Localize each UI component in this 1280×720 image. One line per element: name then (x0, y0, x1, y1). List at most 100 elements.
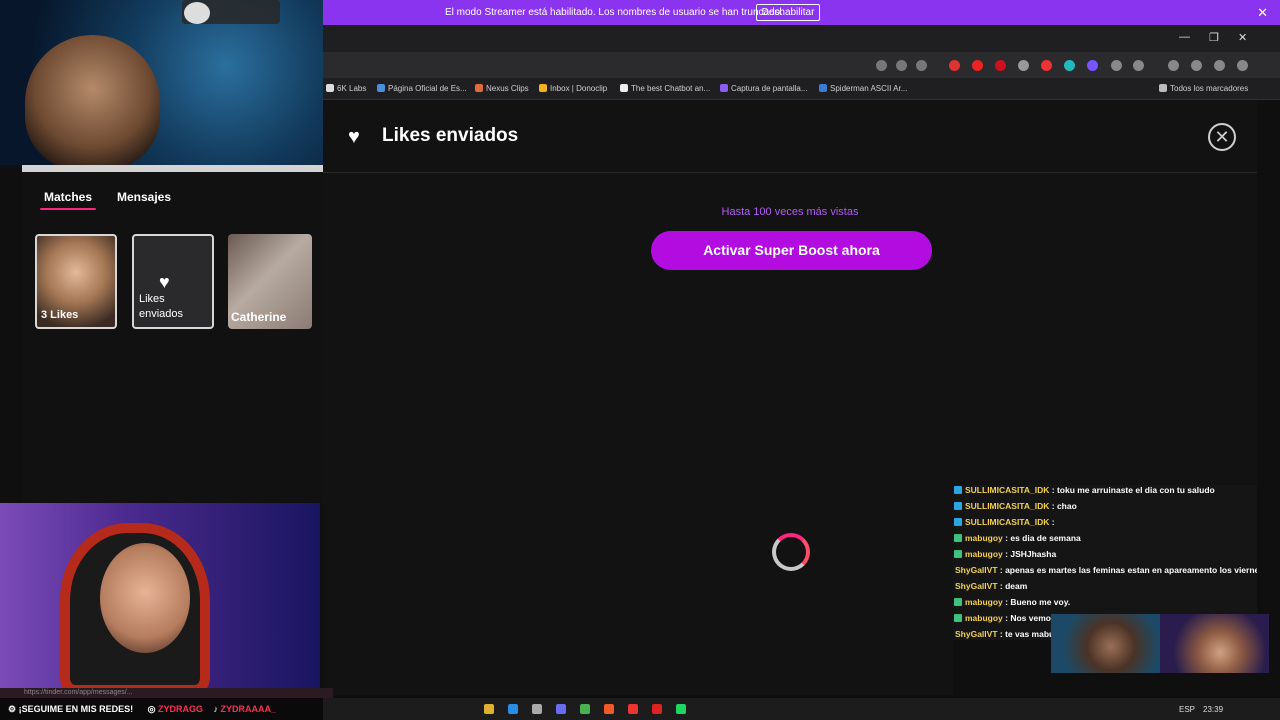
disable-button[interactable]: Deshabilitar (756, 4, 820, 21)
chat-message: ShyGallVT : deam (953, 581, 1257, 595)
view-header: ♥ Likes enviados ✕ (323, 101, 1257, 173)
boost-subtitle: Hasta 100 veces más vistas (721, 206, 859, 218)
likes-sent-view: ♥ Likes enviados ✕ Hasta 100 veces más v… (323, 101, 1257, 485)
app-icon[interactable] (532, 704, 542, 714)
chat-message: ShyGallVT : apenas es martes las feminas… (953, 565, 1257, 579)
extension-icon[interactable] (1111, 60, 1122, 71)
extension-icon[interactable] (995, 60, 1006, 71)
install-icon[interactable] (876, 60, 887, 71)
overlay-badge (182, 0, 280, 24)
brave-icon[interactable] (604, 704, 614, 714)
chrome-icon[interactable] (580, 704, 590, 714)
chat-message: mabugoy : es dia de semana (953, 533, 1257, 547)
social-overlay: ⚙ ¡SEGUIME EN MIS REDES! ◎ ZYDRAGG ♪ ZYD… (0, 698, 323, 720)
likes-sent-card[interactable]: ♥ Likes enviados (132, 234, 214, 329)
spotify-icon[interactable] (676, 704, 686, 714)
chat-text: : toku me arruinaste el dia con tu salud… (1051, 485, 1215, 495)
chat-message: SULLIMICASITA_IDK : chao (953, 501, 1257, 515)
chat-badge-icon (954, 486, 962, 494)
media-icon[interactable] (1191, 60, 1202, 71)
match-name: Catherine (231, 310, 287, 324)
match-card[interactable]: Catherine (228, 234, 312, 329)
clock[interactable]: 23:39 (1203, 705, 1223, 714)
chat-username[interactable]: mabugoy (965, 533, 1003, 543)
bookmark-item[interactable]: Página Oficial de Es... (377, 84, 467, 93)
extension-icon[interactable] (1041, 60, 1052, 71)
chat-username[interactable]: mabugoy (965, 597, 1003, 607)
chat-badge-icon (954, 502, 962, 510)
menu-icon[interactable] (1237, 60, 1248, 71)
banner-message: El modo Streamer está habilitado. Los no… (445, 7, 783, 18)
heart-icon: ♥ (348, 126, 360, 148)
chat-badge-icon (954, 550, 962, 558)
file-explorer-icon[interactable] (484, 704, 494, 714)
chat-text: : Bueno me voy. (1005, 597, 1071, 607)
chat-badge-icon (954, 518, 962, 526)
chat-badge-icon (954, 534, 962, 542)
download-icon[interactable] (1168, 60, 1179, 71)
streamer-face (25, 35, 160, 165)
profile-icon[interactable] (1214, 60, 1225, 71)
steam-icon[interactable] (508, 704, 518, 714)
likes-sent-label: Likes enviados (139, 293, 184, 320)
tab-bar: Matches Mensajes (22, 184, 323, 214)
social-prefix: ¡SEGUIME EN MIS REDES! (18, 704, 134, 714)
chat-username[interactable]: ShyGallVT (955, 565, 998, 575)
restore-icon[interactable]: ❐ (1209, 31, 1219, 44)
extension-icon[interactable] (1064, 60, 1075, 71)
all-bookmarks[interactable]: Todos los marcadores (1159, 84, 1248, 93)
extensions-puzzle-icon[interactable] (1133, 60, 1144, 71)
extension-icon[interactable] (1018, 60, 1029, 71)
instagram-icon: ◎ (147, 704, 156, 714)
minimize-icon[interactable]: — (1179, 31, 1190, 43)
bookmark-item[interactable]: The best Chatbot an... (620, 84, 710, 93)
chat-username[interactable]: SULLIMICASITA_IDK (965, 517, 1049, 527)
likes-card[interactable]: 3 Likes (35, 234, 117, 329)
bookmark-item[interactable]: Nexus Clips (475, 84, 529, 93)
bookmark-star-icon[interactable] (916, 60, 927, 71)
chat-message: SULLIMICASITA_IDK : (953, 517, 1257, 531)
browser-titlebar: — ❐ ✕ (323, 25, 1280, 52)
likes-count: 3 Likes (41, 309, 79, 321)
chat-username[interactable]: SULLIMICASITA_IDK (965, 485, 1049, 495)
banner-close-icon[interactable]: ✕ (1257, 5, 1268, 21)
chat-username[interactable]: mabugoy (965, 549, 1003, 559)
bookmark-item[interactable]: 6K Labs (326, 84, 366, 93)
chat-username[interactable]: mabugoy (965, 613, 1003, 623)
extension-icon[interactable] (949, 60, 960, 71)
app-icon[interactable] (652, 704, 662, 714)
super-boost-button[interactable]: Activar Super Boost ahora (651, 231, 932, 270)
tiktok-handle: ZYDRAAAA_ (220, 704, 277, 714)
chat-text: : (1051, 517, 1055, 527)
chat-username[interactable]: ShyGallVT (955, 581, 998, 591)
extension-icon[interactable] (1087, 60, 1098, 71)
chat-badge-icon (954, 614, 962, 622)
discord-icon[interactable] (556, 704, 566, 714)
chat-text: : deam (999, 581, 1028, 591)
streamer-face-2 (100, 543, 190, 653)
bookmark-item[interactable]: Inbox | Donoclip (539, 84, 607, 93)
extension-icon[interactable] (972, 60, 983, 71)
keyboard-language[interactable]: ESP (1179, 705, 1195, 714)
bookmark-item[interactable]: Captura de pantalla... (720, 84, 808, 93)
chat-message: mabugoy : JSHJhasha (953, 549, 1257, 563)
chat-message: mabugoy : Bueno me voy. (953, 597, 1257, 611)
mini-webcam-1 (1051, 614, 1160, 673)
browser-toolbar (323, 52, 1280, 78)
tab-matches[interactable]: Matches (39, 190, 97, 210)
chat-username[interactable]: ShyGallVT (955, 629, 998, 639)
chat-badge-icon (954, 598, 962, 606)
chat-username[interactable]: SULLIMICASITA_IDK (965, 501, 1049, 511)
bookmark-item[interactable]: Spiderman ASCII Ar... (819, 84, 907, 93)
app-icon[interactable] (628, 704, 638, 714)
instagram-handle: ZYDRAGG (158, 704, 203, 714)
zoom-icon[interactable] (896, 60, 907, 71)
matches-panel: Matches Mensajes 3 Likes ♥ Likes enviados… (22, 165, 323, 502)
tab-messages[interactable]: Mensajes (117, 190, 171, 204)
link-status-url: https://tinder.com/app/messages/... (0, 688, 333, 698)
window-close-icon[interactable]: ✕ (1238, 31, 1247, 44)
chat-text: : es dia de semana (1005, 533, 1081, 543)
webcam-bottom (0, 503, 320, 695)
close-icon[interactable]: ✕ (1208, 123, 1236, 151)
loading-area (323, 485, 953, 695)
